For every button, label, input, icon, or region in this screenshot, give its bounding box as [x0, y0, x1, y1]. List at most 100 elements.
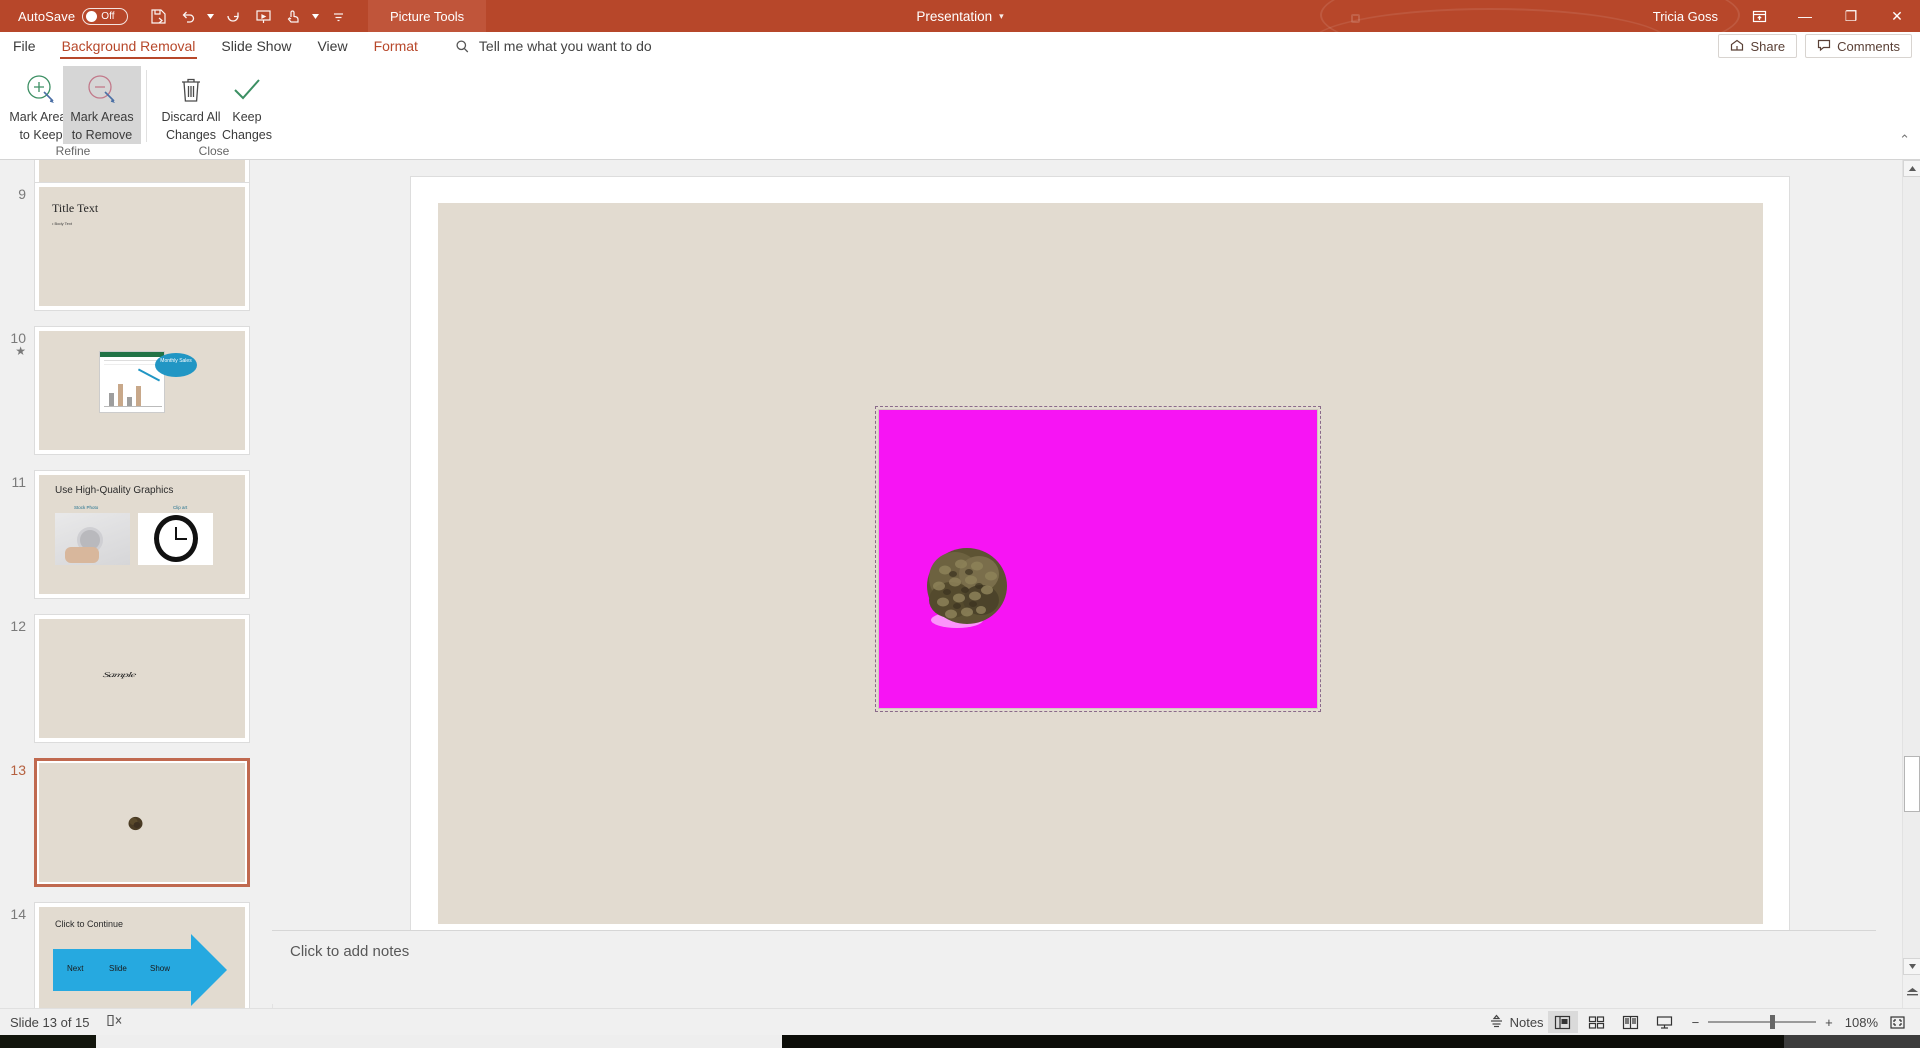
- comments-button[interactable]: Comments: [1805, 34, 1912, 58]
- notes-icon: [1489, 1014, 1504, 1031]
- list-item[interactable]: 10 ★ Monthly Sales: [0, 326, 272, 455]
- slide-scroll-thumb[interactable]: [1904, 756, 1920, 812]
- tab-background-removal[interactable]: Background Removal: [49, 32, 209, 60]
- zoom-slider[interactable]: − +: [1692, 1015, 1833, 1030]
- slide-thumbnail-pane[interactable]: 9 Title Text • Body Text 10 ★ Monthly Sa…: [0, 160, 272, 1026]
- share-icon: [1730, 38, 1744, 55]
- ribbon-tab-strip: File Background Removal Slide Show View …: [0, 32, 1920, 60]
- ribbon-group-close-label: Close: [198, 144, 230, 158]
- thumb-arrow-word-2: Slide: [109, 964, 127, 973]
- status-bar-left: Slide 13 of 15: [10, 1013, 123, 1031]
- list-item[interactable]: 11 Use High-Quality Graphics Stock Photo…: [0, 470, 272, 599]
- status-bar-right: Notes − + 108%: [1489, 1011, 1912, 1033]
- keep-changes-button[interactable]: Keep Changes: [208, 66, 286, 144]
- notes-pane[interactable]: Click to add notes: [272, 930, 1876, 1004]
- zoom-out-button[interactable]: −: [1692, 1015, 1700, 1030]
- pinecone-image[interactable]: [921, 542, 1019, 634]
- account-name[interactable]: Tricia Goss: [1653, 9, 1718, 24]
- zoom-level-label[interactable]: 108%: [1845, 1015, 1878, 1030]
- notes-placeholder: Click to add notes: [290, 943, 410, 960]
- picture-tools-context-tab: Picture Tools: [368, 0, 487, 32]
- mark-areas-to-remove-label-1: Mark Areas: [70, 110, 134, 124]
- autosave-control[interactable]: AutoSave Off: [18, 7, 129, 25]
- list-item[interactable]: 9 Title Text • Body Text: [0, 182, 272, 311]
- slide-area-scrollbar[interactable]: [1902, 160, 1920, 1026]
- reading-view-button[interactable]: [1616, 1011, 1646, 1033]
- save-icon[interactable]: [144, 3, 172, 29]
- accessibility-checker-icon[interactable]: [106, 1013, 123, 1031]
- touch-mode-dropdown-caret[interactable]: [309, 3, 322, 29]
- ribbon-group-refine: Mark Areas to Keep Mark Areas to Remove …: [0, 60, 146, 160]
- notes-button-label: Notes: [1509, 1014, 1544, 1030]
- title-bar-right: Tricia Goss — ❐ ✕: [1653, 0, 1920, 32]
- start-presentation-icon[interactable]: [249, 3, 277, 29]
- customize-qat-icon[interactable]: [324, 3, 352, 29]
- comments-label: Comments: [1837, 38, 1900, 54]
- slide-scroll-down-button[interactable]: [1903, 958, 1920, 975]
- thumbnail-frame-10[interactable]: Monthly Sales: [34, 326, 250, 455]
- title-bar: AutoSave Off Picture Tools Presentation …: [0, 0, 1920, 32]
- thumbnail-number: 10 ★: [0, 326, 34, 455]
- thumbnail-slide-12: Sample: [39, 619, 245, 738]
- thumbnail-frame-12[interactable]: Sample: [34, 614, 250, 743]
- slide-scroll-track[interactable]: [1903, 177, 1920, 958]
- taskbar-segment-right: [1784, 1035, 1920, 1048]
- zoom-track[interactable]: [1708, 1015, 1817, 1029]
- thumb-title-14: Click to Continue: [55, 919, 124, 929]
- list-item[interactable]: 13: [0, 758, 272, 887]
- fit-slide-to-window-icon[interactable]: [1882, 1011, 1912, 1033]
- thumbnail-number: 11: [0, 470, 34, 599]
- slide-counter[interactable]: Slide 13 of 15: [10, 1015, 90, 1030]
- autosave-toggle[interactable]: Off: [82, 7, 129, 25]
- thumb-callout-text: Monthly Sales: [160, 358, 192, 364]
- undo-dropdown-caret[interactable]: [204, 3, 217, 29]
- thumb-caption-right-11: Clip art: [173, 505, 188, 510]
- document-title: Presentation: [916, 8, 993, 24]
- collapse-ribbon-button[interactable]: ⌃: [1899, 132, 1910, 148]
- tab-file[interactable]: File: [0, 32, 49, 60]
- background-removal-picture-selection[interactable]: [875, 406, 1321, 712]
- slide-editing-area[interactable]: [272, 160, 1876, 948]
- close-button[interactable]: ✕: [1874, 0, 1920, 32]
- taskbar-segment-dark: [782, 1035, 1784, 1048]
- redo-icon[interactable]: [219, 3, 247, 29]
- document-title-caret-icon[interactable]: ▾: [999, 11, 1004, 22]
- touch-mode-icon[interactable]: [279, 3, 307, 29]
- tab-view[interactable]: View: [304, 32, 360, 60]
- zoom-in-button[interactable]: +: [1825, 1015, 1833, 1030]
- ribbon-display-options-icon[interactable]: [1736, 0, 1782, 32]
- slide-canvas[interactable]: [438, 203, 1763, 924]
- normal-view-button[interactable]: [1547, 1011, 1578, 1033]
- mark-areas-to-keep-label-2: to Keep: [19, 127, 63, 142]
- tab-format[interactable]: Format: [361, 32, 431, 60]
- tell-me-box[interactable]: Tell me what you want to do: [455, 38, 652, 54]
- notes-toggle-button[interactable]: Notes: [1489, 1014, 1544, 1031]
- windows-taskbar[interactable]: [0, 1035, 1920, 1048]
- share-button[interactable]: Share: [1718, 34, 1798, 58]
- minimize-button[interactable]: —: [1782, 0, 1828, 32]
- thumb-callout-bubble: Monthly Sales: [155, 353, 197, 377]
- autosave-state: Off: [101, 10, 115, 22]
- thumbnail-slide-11: Use High-Quality Graphics Stock Photo Cl…: [39, 475, 245, 594]
- mark-areas-to-remove-label-2: to Remove: [71, 127, 133, 142]
- mark-areas-to-remove-icon: [85, 72, 119, 108]
- mark-areas-to-remove-button[interactable]: Mark Areas to Remove: [63, 66, 141, 144]
- thumbnail-number-text: 12: [10, 618, 26, 634]
- tab-slide-show[interactable]: Slide Show: [208, 32, 304, 60]
- thumbnail-frame-9[interactable]: Title Text • Body Text: [34, 182, 250, 311]
- thumbnail-frame-13-selected[interactable]: [34, 758, 250, 887]
- zoom-knob[interactable]: [1770, 1015, 1776, 1029]
- title-decoration-2: [1310, 8, 1670, 32]
- restore-button[interactable]: ❐: [1828, 0, 1874, 32]
- undo-icon[interactable]: [174, 3, 202, 29]
- slide-scroll-up-button[interactable]: [1903, 160, 1920, 177]
- slide-show-view-button[interactable]: [1650, 1011, 1680, 1033]
- slide-paper[interactable]: [410, 176, 1790, 948]
- taskbar-segment-light: [96, 1035, 782, 1048]
- slide-sorter-view-button[interactable]: [1582, 1011, 1612, 1033]
- thumbnail-frame-11[interactable]: Use High-Quality Graphics Stock Photo Cl…: [34, 470, 250, 599]
- previous-slide-button[interactable]: [1903, 983, 1920, 1000]
- list-item[interactable]: 12 Sample: [0, 614, 272, 743]
- powerpoint-window: AutoSave Off Picture Tools Presentation …: [0, 0, 1920, 1048]
- ribbon-right-buttons: Share Comments: [1718, 34, 1912, 58]
